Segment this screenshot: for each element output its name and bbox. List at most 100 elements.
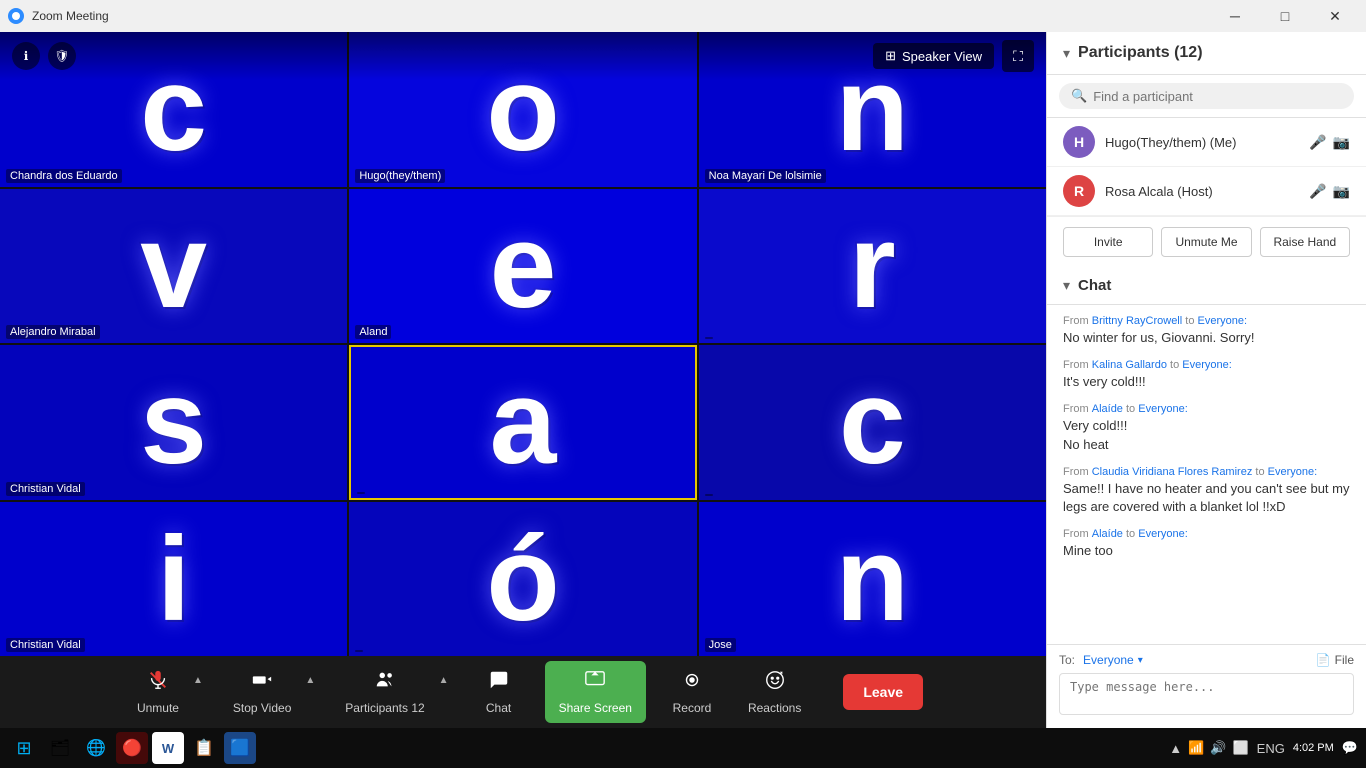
- chat-to-2[interactable]: Everyone:: [1138, 403, 1188, 415]
- fullscreen-button[interactable]: ⛶: [1002, 40, 1034, 72]
- shield-button[interactable]: 🛡: [48, 42, 76, 70]
- unmute-button[interactable]: Unmute: [127, 663, 189, 721]
- minimize-button[interactable]: ─: [1212, 0, 1258, 32]
- unmute-label: Unmute: [137, 701, 179, 715]
- chat-tool-button[interactable]: Chat: [469, 663, 529, 721]
- start-button[interactable]: ⊞: [8, 732, 40, 764]
- notification-icon[interactable]: 💬: [1342, 740, 1358, 756]
- cell-letter-3: v: [140, 206, 207, 326]
- invite-button[interactable]: Invite: [1063, 227, 1153, 257]
- taskbar-zoom-icon[interactable]: 🟦: [224, 732, 256, 764]
- file-icon: 📄: [1316, 653, 1331, 667]
- taskbar-expand-icon[interactable]: ▲: [1169, 741, 1182, 756]
- cell-letter-9: i: [157, 519, 190, 639]
- participants-chevron[interactable]: ▾: [1063, 45, 1070, 62]
- video-cell-5[interactable]: r: [699, 189, 1046, 344]
- taskbar-chrome-icon[interactable]: 🌐: [80, 732, 112, 764]
- chat-from-0[interactable]: Brittny RayCrowell: [1092, 315, 1182, 327]
- chat-input-area: To: Everyone ▾ 📄 File: [1047, 644, 1366, 728]
- video-cell-10[interactable]: ó: [349, 502, 696, 657]
- file-button[interactable]: 📄 File: [1316, 653, 1354, 667]
- participants-count: 12: [411, 701, 424, 715]
- chat-recipient: Everyone: [1083, 653, 1134, 667]
- avatar-hugo: H: [1063, 126, 1095, 158]
- speaker-view-icon: ⊞: [885, 48, 896, 64]
- share-screen-label: Share Screen: [559, 701, 632, 715]
- stop-video-button[interactable]: Stop Video: [223, 663, 302, 721]
- taskbar-red-icon[interactable]: 🔴: [116, 732, 148, 764]
- taskbar-volume-icon[interactable]: 🔊: [1210, 740, 1226, 756]
- chat-to-select[interactable]: Everyone ▾: [1083, 653, 1143, 667]
- chat-tool-label: Chat: [486, 701, 511, 715]
- participant-name-10: [355, 650, 363, 652]
- chat-to-0[interactable]: Everyone:: [1198, 315, 1248, 327]
- taskbar-explorer-icon[interactable]: 🗂: [44, 732, 76, 764]
- video-cell-4[interactable]: e Aland: [349, 189, 696, 344]
- chat-to-1[interactable]: Everyone:: [1182, 359, 1232, 371]
- record-label: Record: [673, 701, 712, 715]
- chat-meta-1: From Kalina Gallardo to Everyone:: [1063, 359, 1350, 371]
- chat-to-4[interactable]: Everyone:: [1138, 528, 1188, 540]
- participants-arrow[interactable]: ▲: [435, 671, 453, 690]
- info-button[interactable]: ℹ: [12, 42, 40, 70]
- cell-letter-4: e: [490, 206, 557, 326]
- participant-name-5: [705, 337, 713, 339]
- action-buttons: Invite Unmute Me Raise Hand: [1047, 216, 1366, 267]
- chat-meta-2: From Alaíde to Everyone:: [1063, 403, 1350, 415]
- taskbar-clipboard-icon[interactable]: 📋: [188, 732, 220, 764]
- video-cell-6[interactable]: s Christian Vidal: [0, 345, 347, 500]
- close-button[interactable]: ✕: [1312, 0, 1358, 32]
- video-icon-hugo: 📷: [1333, 134, 1350, 151]
- clock-time: 4:02 PM: [1293, 741, 1334, 755]
- chat-message-4: From Alaíde to Everyone: Mine too: [1063, 528, 1350, 560]
- speaker-view-button[interactable]: ⊞ Speaker View: [873, 43, 994, 69]
- share-screen-button[interactable]: Share Screen: [545, 661, 646, 723]
- chat-from-4[interactable]: Alaíde: [1092, 528, 1123, 540]
- raise-hand-button[interactable]: Raise Hand: [1260, 227, 1350, 257]
- participant-name-4: Aland: [355, 325, 391, 339]
- unmute-me-button[interactable]: Unmute Me: [1161, 227, 1251, 257]
- taskbar-word-icon[interactable]: W: [152, 732, 184, 764]
- record-group: Record: [662, 663, 722, 721]
- reactions-button[interactable]: Reactions: [738, 663, 811, 721]
- video-cell-8[interactable]: c: [699, 345, 1046, 500]
- taskbar-network-icon[interactable]: 📶: [1188, 740, 1204, 756]
- chat-type-input[interactable]: [1059, 673, 1354, 715]
- main-content: ℹ 🛡 ⊞ Speaker View ⛶ c Chandra dos Eduar…: [0, 32, 1366, 728]
- chat-chevron[interactable]: ▾: [1063, 277, 1070, 294]
- video-cell-11[interactable]: n Jose: [699, 502, 1046, 657]
- video-cell-9[interactable]: i Christian Vidal: [0, 502, 347, 657]
- unmute-arrow[interactable]: ▲: [189, 671, 207, 690]
- video-cell-7[interactable]: a: [349, 345, 696, 500]
- record-button[interactable]: Record: [662, 663, 722, 721]
- stop-video-label: Stop Video: [233, 701, 292, 715]
- cell-letter-7: a: [490, 362, 557, 482]
- chat-from-3[interactable]: Claudia Viridiana Flores Ramirez: [1092, 466, 1253, 478]
- video-topbar: ℹ 🛡 ⊞ Speaker View ⛶: [0, 32, 1046, 80]
- app-title: Zoom Meeting: [32, 9, 109, 23]
- titlebar: Zoom Meeting ─ □ ✕: [0, 0, 1366, 32]
- participant-name-hugo: Hugo(They/them) (Me): [1105, 135, 1299, 150]
- video-cell-3[interactable]: v Alejandro Mirabal: [0, 189, 347, 344]
- chat-to-3[interactable]: Everyone:: [1268, 466, 1318, 478]
- participants-panel-header: ▾ Participants (12): [1047, 32, 1366, 75]
- search-input[interactable]: [1093, 89, 1342, 104]
- cell-letter-6: s: [140, 362, 207, 482]
- chat-to-row: To: Everyone ▾ 📄 File: [1059, 653, 1354, 667]
- leave-button[interactable]: Leave: [843, 674, 923, 710]
- participant-name-8: [705, 494, 713, 496]
- chat-to-label: To:: [1059, 653, 1075, 667]
- participant-item-hugo: H Hugo(They/them) (Me) 🎤 📷: [1047, 118, 1366, 167]
- language-indicator[interactable]: ENG: [1257, 741, 1285, 756]
- taskbar-screen-icon[interactable]: ⬜: [1232, 740, 1248, 756]
- right-panel: ▾ Participants (12) 🔍 H Hugo(They/them) …: [1046, 32, 1366, 728]
- camera-icon: [251, 669, 273, 697]
- participants-panel-title: Participants (12): [1078, 44, 1202, 62]
- speaker-view-label: Speaker View: [902, 49, 982, 64]
- stop-video-arrow[interactable]: ▲: [301, 671, 319, 690]
- participant-controls-hugo: 🎤 📷: [1309, 134, 1350, 151]
- maximize-button[interactable]: □: [1262, 0, 1308, 32]
- chat-from-2[interactable]: Alaíde: [1092, 403, 1123, 415]
- participants-button[interactable]: Participants 12: [335, 663, 434, 721]
- chat-from-1[interactable]: Kalina Gallardo: [1092, 359, 1167, 371]
